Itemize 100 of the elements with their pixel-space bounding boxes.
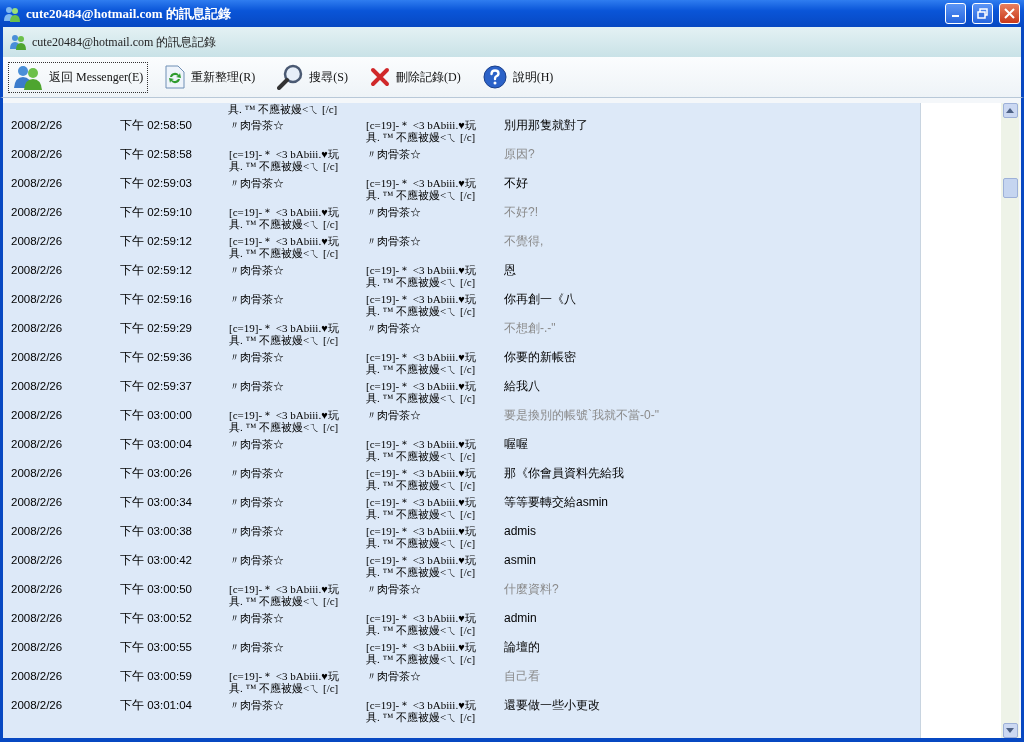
date-cell-text: 2008/2/26 <box>11 495 64 509</box>
time-cell-text: 下午 03:01:04 <box>120 698 193 712</box>
time-cell-text: 下午 02:58:58 <box>120 147 193 161</box>
date-cell-text: 2008/2/26 <box>11 466 64 480</box>
date-cell-text: 2008/2/26 <box>11 321 64 335</box>
sender-cell-text: 〃肉骨茶☆ <box>229 118 285 131</box>
two-people-icon <box>13 64 43 90</box>
message-cell-text: 什麼資料? <box>504 581 560 596</box>
date-cell-text: 2008/2/26 <box>11 640 64 654</box>
time-cell-text: 下午 02:59:12 <box>120 234 193 248</box>
recipient-cell-text: [c=19]-＊ <3 bAbiii.♥玩具. ™ 不應被嫚<ㄟ [/c] <box>366 118 477 143</box>
time-cell-text: 下午 03:00:55 <box>120 640 193 654</box>
date-cell-text: 2008/2/26 <box>11 263 64 277</box>
time-cell-text: 下午 03:00:59 <box>120 669 193 683</box>
date-cell-text: 2008/2/26 <box>11 234 64 248</box>
time-cell-text: 下午 03:00:34 <box>120 495 193 509</box>
time-cell-text: 下午 02:59:10 <box>120 205 193 219</box>
date-cell-text: 2008/2/26 <box>11 553 64 567</box>
message-cell-text: 原因? <box>504 146 536 161</box>
scroll-up-button[interactable] <box>1002 103 1018 118</box>
message-cell-text: asmin <box>504 552 537 567</box>
help-icon <box>482 65 507 89</box>
sender-cell-text: 〃肉骨茶☆ <box>229 698 285 711</box>
people-icon <box>4 5 20 22</box>
date-cell-text: 2008/2/26 <box>11 524 64 538</box>
recipient-cell-text: 〃肉骨茶☆ <box>366 147 422 160</box>
recipient-cell-text: 〃肉骨茶☆ <box>366 582 422 595</box>
caret-up-icon <box>1006 108 1014 113</box>
time-cell-text: 下午 03:00:38 <box>120 524 193 538</box>
recipient-cell-text: [c=19]-＊ <3 bAbiii.♥玩具. ™ 不應被嫚<ㄟ [/c] <box>366 263 477 288</box>
time-cell-text: 下午 03:00:52 <box>120 611 193 625</box>
sender-cell-text: [c=19]-＊ <3 bAbiii.♥玩具. ™ 不應被嫚<ㄟ [/c] <box>229 669 340 694</box>
message-cell-text: 等等要轉交給asmin <box>504 494 609 509</box>
history-heading: cute20484@hotmail.com 的訊息記錄 <box>32 33 217 51</box>
sender-cell-text: 〃肉骨茶☆ <box>229 495 285 508</box>
sender-cell-text: 〃肉骨茶☆ <box>229 640 285 653</box>
toolbar-button[interactable]: 重新整理(R) <box>160 61 261 93</box>
recipient-cell-text: 〃肉骨茶☆ <box>366 234 422 247</box>
message-cell-text: 恩 <box>504 262 517 277</box>
scrollbar[interactable] <box>1001 103 1019 738</box>
date-cell-text: 2008/2/26 <box>11 408 64 422</box>
toolbar-button[interactable]: 刪除記錄(D) <box>365 61 466 93</box>
message-cell-text: 你要的新帳密 <box>504 349 577 364</box>
message-cell-text: admin <box>504 610 538 625</box>
time-cell-text: 下午 03:00:50 <box>120 582 193 596</box>
sender-cell-text: 〃肉骨茶☆ <box>229 611 285 624</box>
time-cell-text: 下午 03:00:04 <box>120 437 193 451</box>
recipient-cell-text: 〃肉骨茶☆ <box>366 205 422 218</box>
time-cell-text: 下午 02:59:37 <box>120 379 193 393</box>
sender-cell-text: 〃肉骨茶☆ <box>229 553 285 566</box>
recipient-cell-text: 〃肉骨茶☆ <box>366 408 422 421</box>
date-cell-text: 2008/2/26 <box>11 437 64 451</box>
sender-cell-text: 〃肉骨茶☆ <box>229 350 285 363</box>
sender-cell-text: 〃肉骨茶☆ <box>229 437 285 450</box>
message-cell-text: 不好?! <box>504 204 539 219</box>
date-cell-text: 2008/2/26 <box>11 350 64 364</box>
time-cell-text: 下午 02:58:50 <box>120 118 193 132</box>
restore-button[interactable] <box>972 3 993 24</box>
toolbar-button[interactable]: 搜尋(S) <box>272 61 353 93</box>
date-cell-text: 2008/2/26 <box>11 176 64 190</box>
sender-cell: 具. ™ 不應被嫚<ㄟ [/c] <box>228 103 338 115</box>
sender-cell-text: [c=19]-＊ <3 bAbiii.♥玩具. ™ 不應被嫚<ㄟ [/c] <box>229 408 340 433</box>
message-cell-text: 給我八 <box>504 378 541 393</box>
recipient-cell-text: [c=19]-＊ <3 bAbiii.♥玩具. ™ 不應被嫚<ㄟ [/c] <box>366 379 477 404</box>
date-cell-text: 2008/2/26 <box>11 698 64 712</box>
recipient-cell-text: [c=19]-＊ <3 bAbiii.♥玩具. ™ 不應被嫚<ㄟ [/c] <box>366 437 477 462</box>
date-cell-text: 2008/2/26 <box>11 118 64 132</box>
sender-cell-text: 〃肉骨茶☆ <box>229 263 285 276</box>
time-cell-text: 下午 02:59:29 <box>120 321 193 335</box>
scroll-down-button[interactable] <box>1002 723 1018 738</box>
time-cell-text: 下午 03:00:26 <box>120 466 193 480</box>
sender-cell-text: [c=19]-＊ <3 bAbiii.♥玩具. ™ 不應被嫚<ㄟ [/c] <box>229 234 340 259</box>
sender-cell-text: [c=19]-＊ <3 bAbiii.♥玩具. ™ 不應被嫚<ㄟ [/c] <box>229 205 340 230</box>
message-cell-text: 別用那隻就對了 <box>504 117 589 132</box>
recipient-cell-text: 〃肉骨茶☆ <box>366 321 422 334</box>
toolbar-button[interactable]: 說明(H) <box>477 61 559 93</box>
close-button[interactable] <box>999 3 1020 24</box>
recipient-cell-text: [c=19]-＊ <3 bAbiii.♥玩具. ™ 不應被嫚<ㄟ [/c] <box>366 524 477 549</box>
scroll-thumb[interactable] <box>1002 178 1018 198</box>
time-cell-text: 下午 03:00:00 <box>120 408 193 422</box>
toolbar-button[interactable]: 返回 Messenger(E) <box>8 61 149 93</box>
sender-cell-text: 〃肉骨茶☆ <box>229 466 285 479</box>
window-title: cute20484@hotmail.com 的訊息記錄 <box>26 4 232 23</box>
message-cell-text: 不好 <box>504 175 529 190</box>
sender-cell-text: 〃肉骨茶☆ <box>229 292 285 305</box>
message-cell-text: admis <box>504 523 537 538</box>
recipient-cell-text: [c=19]-＊ <3 bAbiii.♥玩具. ™ 不應被嫚<ㄟ [/c] <box>366 176 477 201</box>
recipient-cell-text: [c=19]-＊ <3 bAbiii.♥玩具. ™ 不應被嫚<ㄟ [/c] <box>366 495 477 520</box>
message-cell-text: 自己看 <box>504 668 541 683</box>
date-cell-text: 2008/2/26 <box>11 205 64 219</box>
date-cell-text: 2008/2/26 <box>11 147 64 161</box>
close-icon <box>1004 8 1015 19</box>
recipient-cell-text: [c=19]-＊ <3 bAbiii.♥玩具. ™ 不應被嫚<ㄟ [/c] <box>366 292 477 317</box>
recipient-cell-text: [c=19]-＊ <3 bAbiii.♥玩具. ™ 不應被嫚<ㄟ [/c] <box>366 640 477 665</box>
recipient-cell-text: [c=19]-＊ <3 bAbiii.♥玩具. ™ 不應被嫚<ㄟ [/c] <box>366 553 477 578</box>
message-cell-text: 還要做一些小更改 <box>504 697 601 712</box>
message-cell-text: 不覺得, <box>504 233 545 248</box>
sender-cell-text: 〃肉骨茶☆ <box>229 379 285 392</box>
date-cell-text: 2008/2/26 <box>11 292 64 306</box>
minimize-button[interactable] <box>945 3 966 24</box>
